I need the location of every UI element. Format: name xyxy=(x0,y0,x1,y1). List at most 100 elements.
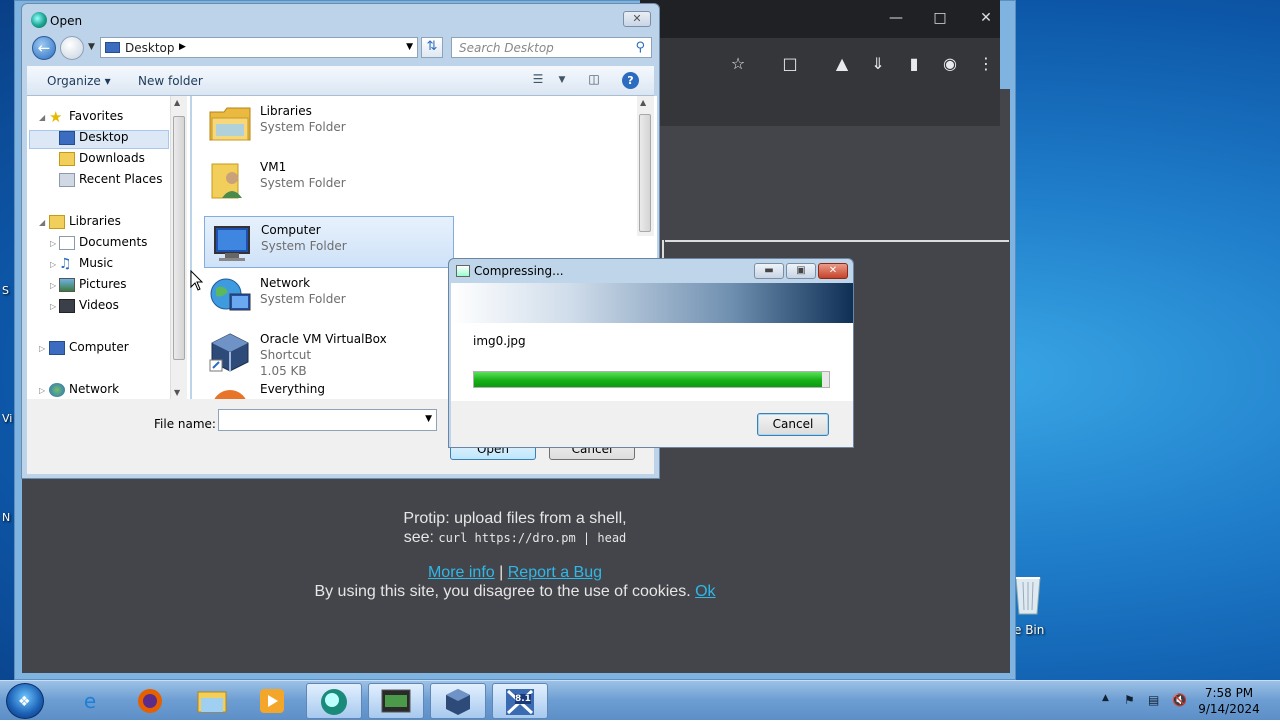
file-name-input[interactable]: ▼ xyxy=(218,409,437,431)
collapse-arrow-icon[interactable]: ▷ xyxy=(39,344,45,353)
compressing-dialog: Compressing... ▬ ▣ ✕ img0.jpg Cancel xyxy=(448,258,854,448)
collapse-arrow-icon[interactable]: ▷ xyxy=(50,281,56,290)
bookmark-star-icon[interactable]: ☆ xyxy=(728,54,748,74)
nav-desktop[interactable]: Desktop xyxy=(59,130,129,145)
media-player-icon[interactable] xyxy=(244,683,300,719)
download-icon[interactable]: ⇓ xyxy=(868,54,888,74)
collapse-arrow-icon[interactable]: ▷ xyxy=(50,302,56,311)
close-button[interactable]: ✕ xyxy=(818,263,848,279)
file-item-libraries[interactable]: Libraries System Folder xyxy=(204,98,454,150)
extensions-icon[interactable]: □ xyxy=(780,54,800,74)
vbox-version-badge: 8.1 xyxy=(515,694,531,704)
links-line: More info | Report a Bug xyxy=(300,563,730,582)
back-button[interactable]: ← xyxy=(32,36,56,60)
show-hidden-icons-icon[interactable]: ▲ xyxy=(1102,693,1109,703)
nav-favorites[interactable]: ★ Favorites xyxy=(49,109,123,124)
bandizip-app-icon[interactable] xyxy=(306,683,362,719)
documents-icon xyxy=(59,235,75,250)
internet-explorer-icon[interactable]: e xyxy=(62,683,118,719)
scroll-thumb[interactable] xyxy=(639,114,651,232)
action-center-flag-icon[interactable]: ⚑ xyxy=(1124,693,1135,707)
taskbar: ❖ e 8.1 ▲ ⚑ ▤ 🔇 7:58 PM 9/14/2024 xyxy=(0,680,1280,720)
breadcrumb-arrow-icon[interactable]: ▶ xyxy=(179,42,186,52)
page-divider xyxy=(662,240,664,260)
nav-videos[interactable]: Videos xyxy=(59,298,119,313)
file-scrollbar[interactable]: ▲ xyxy=(637,96,654,236)
nav-music[interactable]: ♫ Music xyxy=(59,256,113,271)
terminal-app-icon[interactable] xyxy=(368,683,424,719)
file-item-network[interactable]: Network System Folder xyxy=(204,270,454,322)
cookie-ok-link[interactable]: Ok xyxy=(695,583,715,600)
new-folder-button[interactable]: New folder xyxy=(138,74,203,88)
nav-downloads[interactable]: Downloads xyxy=(59,151,145,166)
recycle-bin-label[interactable]: e Bin xyxy=(1014,623,1044,637)
network-tray-icon[interactable]: ▤ xyxy=(1148,693,1159,707)
file-item-everything[interactable]: Everything xyxy=(204,382,454,399)
nav-libraries[interactable]: Libraries xyxy=(49,214,121,229)
file-item-vm1[interactable]: VM1 System Folder xyxy=(204,154,454,206)
view-options-icon[interactable]: ☰ xyxy=(529,72,547,88)
menu-dots-icon[interactable]: ⋮ xyxy=(976,54,996,74)
collapse-arrow-icon[interactable]: ▷ xyxy=(50,260,56,269)
close-button[interactable]: ✕ xyxy=(623,11,651,27)
scroll-up-icon[interactable]: ▲ xyxy=(640,98,646,107)
organize-button[interactable]: Organize ▾ xyxy=(47,74,111,88)
nav-recent-places[interactable]: Recent Places xyxy=(59,172,162,187)
nav-computer[interactable]: Computer xyxy=(49,340,129,355)
close-icon[interactable]: ✕ xyxy=(976,10,996,26)
file-size: 1.05 KB xyxy=(260,364,307,378)
file-name: VM1 xyxy=(260,160,287,174)
expand-arrow-icon[interactable]: ◢ xyxy=(39,113,45,122)
scroll-down-icon[interactable]: ▼ xyxy=(174,388,180,397)
nav-network[interactable]: Network xyxy=(49,382,119,397)
file-explorer-icon[interactable] xyxy=(184,683,240,719)
nav-label: Favorites xyxy=(69,109,124,123)
virtualbox-taskbar-icon[interactable] xyxy=(430,683,486,719)
view-dropdown-icon[interactable]: ▼ xyxy=(553,75,571,91)
refresh-button[interactable]: ⇅ xyxy=(421,37,443,58)
more-info-link[interactable]: More info xyxy=(428,564,495,581)
dialog-title: Open xyxy=(50,14,83,28)
profile-avatar-icon[interactable]: ◉ xyxy=(940,54,960,74)
nav-pictures[interactable]: Pictures xyxy=(59,277,127,292)
scroll-up-icon[interactable]: ▲ xyxy=(174,98,180,107)
side-panel-icon[interactable]: ▮ xyxy=(904,54,924,74)
preview-pane-icon[interactable]: ◫ xyxy=(585,72,603,88)
desktop-icon xyxy=(105,42,120,53)
labs-flask-icon[interactable]: ▲ xyxy=(832,54,852,74)
protip-text: Protip: upload files from a shell, see: … xyxy=(300,509,730,548)
report-bug-link[interactable]: Report a Bug xyxy=(508,564,602,581)
minimize-button[interactable]: ▬ xyxy=(754,263,784,279)
scroll-thumb[interactable] xyxy=(173,116,185,360)
file-item-computer[interactable]: Computer System Folder xyxy=(204,216,454,268)
volume-muted-icon[interactable]: 🔇 xyxy=(1172,693,1187,707)
start-button[interactable]: ❖ xyxy=(6,683,44,719)
cancel-button[interactable]: Cancel xyxy=(757,413,829,436)
maximize-button[interactable]: ▣ xyxy=(786,263,816,279)
pictures-icon xyxy=(59,277,75,292)
vbox-extension-icon[interactable]: 8.1 xyxy=(492,683,548,719)
help-icon[interactable]: ? xyxy=(622,72,639,89)
nav-documents[interactable]: Documents xyxy=(59,235,147,250)
firefox-icon[interactable] xyxy=(122,683,178,719)
file-name-dropdown-icon[interactable]: ▼ xyxy=(425,414,432,424)
expand-arrow-icon[interactable]: ◢ xyxy=(39,218,45,227)
nav-label: Desktop xyxy=(79,130,129,144)
collapse-arrow-icon[interactable]: ▷ xyxy=(50,239,56,248)
system-clock[interactable]: 7:58 PM 9/14/2024 xyxy=(1196,685,1262,717)
nav-label: Computer xyxy=(69,340,129,354)
history-dropdown-icon[interactable]: ▼ xyxy=(88,42,95,52)
protip-line1: Protip: upload files from a shell, xyxy=(403,510,627,527)
address-bar[interactable]: Desktop ▶ ▼ xyxy=(100,37,418,58)
file-item-virtualbox[interactable]: Oracle VM VirtualBox Shortcut 1.05 KB xyxy=(204,326,454,382)
libraries-folder-icon xyxy=(209,107,251,141)
forward-button[interactable] xyxy=(60,36,84,60)
address-dropdown-icon[interactable]: ▼ xyxy=(406,42,413,52)
search-input[interactable]: Search Desktop ⚲ xyxy=(451,37,652,58)
nav-scrollbar[interactable]: ▲ ▼ xyxy=(170,96,187,399)
nav-label: Libraries xyxy=(69,214,121,228)
minimize-icon[interactable]: — xyxy=(886,10,906,26)
collapse-arrow-icon[interactable]: ▷ xyxy=(39,386,45,395)
file-name: Everything xyxy=(260,382,325,396)
maximize-icon[interactable]: □ xyxy=(930,10,950,26)
